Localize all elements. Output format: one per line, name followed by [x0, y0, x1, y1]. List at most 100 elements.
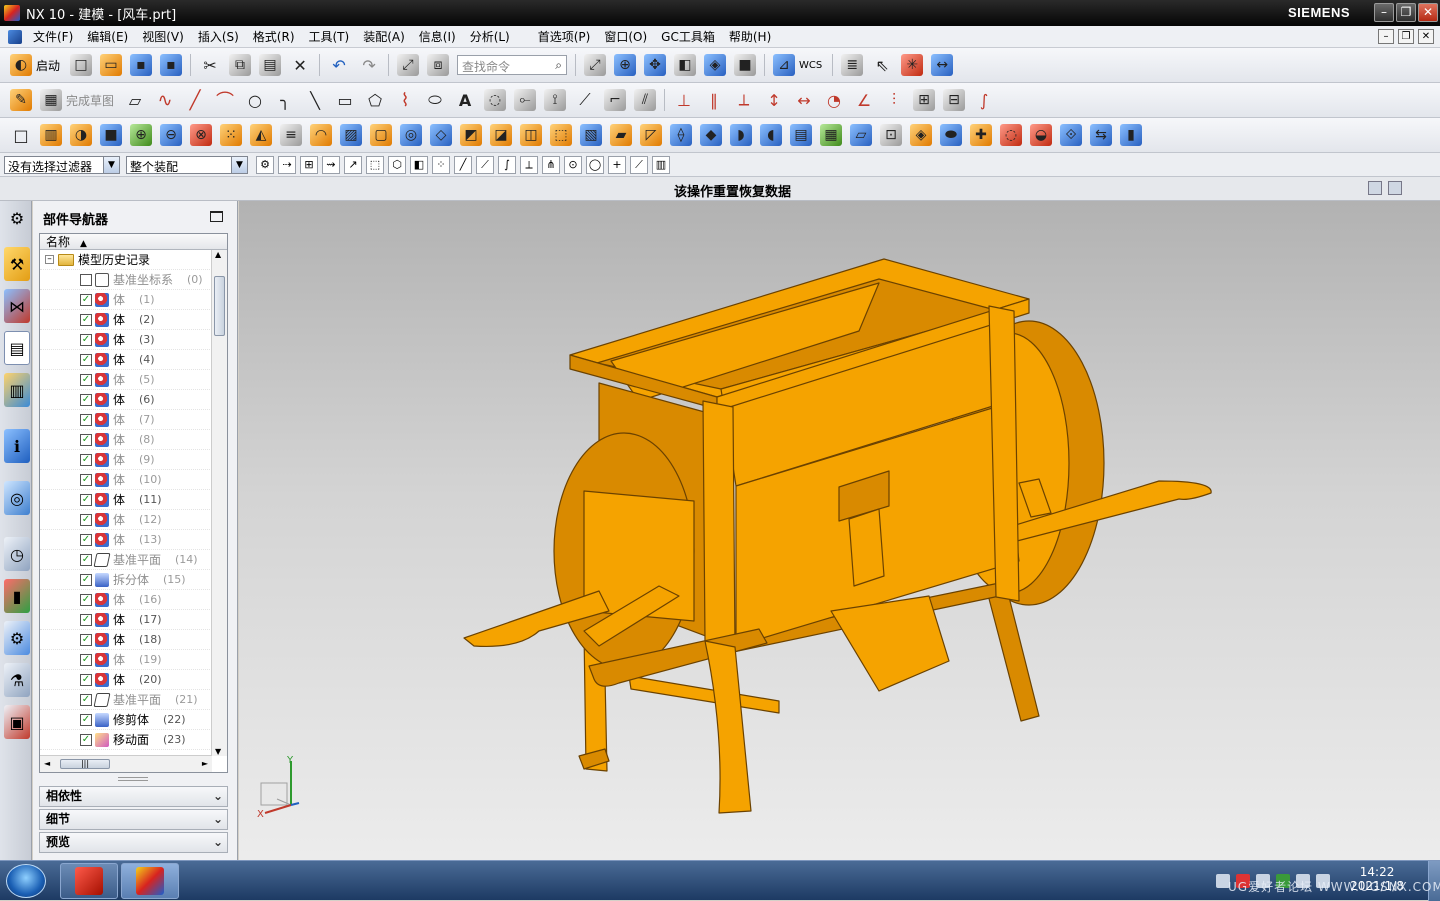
history-icon[interactable]: ◎ — [4, 481, 30, 515]
datum-csys-icon[interactable]: ⟠ — [670, 124, 692, 146]
feature-row[interactable]: ✓ 体 (1) — [40, 290, 210, 310]
snap-arc-center-icon[interactable]: ⊙ — [564, 155, 582, 174]
feature-row[interactable]: ✓ 体 (6) — [40, 390, 210, 410]
feature-row[interactable]: ✓ 体 (5) — [40, 370, 210, 390]
rendering-style-icon[interactable]: ◧ — [674, 54, 697, 76]
dependencies-panel[interactable]: 相依性 ⌄ — [39, 786, 228, 807]
studio-spline-icon[interactable]: ∿ — [154, 89, 176, 111]
save-as-icon[interactable]: ▪ — [160, 54, 183, 76]
feature-row[interactable]: ✓ 体 (3) — [40, 330, 210, 350]
feature-row[interactable]: ✓ 体 (11) — [40, 490, 210, 510]
rapid-dimension-icon[interactable]: ↕ — [763, 89, 785, 111]
minimize-button[interactable]: – — [1374, 3, 1394, 22]
finish-sketch-label[interactable]: 完成草图 — [66, 92, 114, 109]
save-icon[interactable]: ▪ — [130, 54, 153, 76]
menu-help[interactable]: 帮助(H) — [722, 26, 778, 48]
details-panel[interactable]: 细节 ⌄ — [39, 809, 228, 830]
shell-icon[interactable]: ▢ — [370, 124, 392, 146]
menu-gc-toolkit[interactable]: GC工具箱 — [654, 26, 722, 48]
datum-plane-icon[interactable]: ▰ — [610, 124, 632, 146]
curve-analysis-icon[interactable]: ∫ — [973, 89, 995, 111]
feature-row[interactable]: ✓ 体 (13) — [40, 530, 210, 550]
revolve-icon[interactable]: ◑ — [70, 124, 92, 146]
layer-settings-icon[interactable]: ≣ — [841, 54, 864, 76]
feature-row[interactable]: ✓ 移动面 (23) — [40, 730, 210, 750]
show-constraints-icon[interactable]: ⊟ — [943, 89, 966, 111]
sew-icon[interactable]: ⊡ — [880, 124, 902, 146]
selection-scope-dropdown[interactable]: 整个装配 ▼ — [126, 155, 248, 174]
body-select-icon[interactable]: ⬡ — [388, 155, 406, 174]
fit-icon[interactable]: ⤢ — [584, 54, 607, 76]
copy-icon[interactable]: ⧉ — [229, 54, 252, 76]
mirror-curve-icon[interactable]: ⟟ — [544, 89, 567, 111]
orient-view-icon[interactable]: ◈ — [704, 54, 727, 76]
doc-minimize-button[interactable]: – — [1378, 29, 1394, 44]
menu-file[interactable]: 文件(F) — [26, 26, 80, 48]
visibility-checkbox[interactable]: ✓ — [80, 293, 92, 306]
visibility-checkbox[interactable]: ✓ — [80, 553, 92, 566]
sketch-icon[interactable]: ✎ — [10, 89, 32, 111]
model-history-node[interactable]: – 模型历史记录 — [40, 250, 210, 270]
draft-icon[interactable]: ◇ — [430, 124, 452, 146]
system-materials-icon[interactable]: ▮ — [4, 579, 30, 613]
trim-body-icon[interactable]: ◩ — [460, 124, 482, 146]
part-navigator-icon[interactable]: ▤ — [4, 331, 30, 365]
pattern-feature-icon[interactable]: ⁙ — [220, 124, 242, 146]
chevron-down-icon[interactable]: ⌄ — [213, 787, 223, 806]
offset-face-icon[interactable]: ◫ — [520, 124, 542, 146]
text-icon[interactable]: A — [454, 89, 476, 111]
tube-icon[interactable]: ⬬ — [940, 124, 962, 146]
visibility-checkbox[interactable]: ✓ — [80, 573, 92, 586]
feature-row[interactable]: ✓ 体 (17) — [40, 610, 210, 630]
angular-dimension-icon[interactable]: ∠ — [853, 89, 875, 111]
visibility-checkbox[interactable] — [80, 273, 92, 286]
redo-icon[interactable]: ↷ — [358, 54, 380, 76]
pattern-curve-icon[interactable]: ⟜ — [514, 89, 537, 111]
block-icon[interactable]: ■ — [100, 124, 122, 146]
snap-line-icon[interactable]: ╱ — [454, 155, 472, 174]
pan-icon[interactable]: ✥ — [644, 54, 667, 76]
wcs-icon[interactable]: ⊿ — [773, 54, 796, 76]
snap-curve-icon[interactable]: ∫ — [498, 155, 516, 174]
auto-constrain-icon[interactable]: ⟂ — [733, 89, 755, 111]
visibility-checkbox[interactable]: ✓ — [80, 533, 92, 546]
emboss-icon[interactable]: ✚ — [970, 124, 992, 146]
extract-geometry-icon[interactable]: ◒ — [1030, 124, 1052, 146]
fit-view-icon[interactable]: ⤢ — [397, 54, 420, 76]
feature-row[interactable]: ✓ 体 (19) — [40, 650, 210, 670]
feature-row[interactable]: ✓ 体 (9) — [40, 450, 210, 470]
derived-line-icon[interactable]: ⫽ — [634, 89, 657, 111]
menu-insert[interactable]: 插入(S) — [191, 26, 246, 48]
feature-row[interactable]: ✓ 体 (4) — [40, 350, 210, 370]
resource-bar-settings-icon[interactable]: ⚙ — [4, 205, 30, 231]
visibility-checkbox[interactable]: ✓ — [80, 633, 92, 646]
hole-icon[interactable]: ◎ — [400, 124, 422, 146]
linear-dimension-icon[interactable]: ↔ — [793, 89, 815, 111]
ellipse-icon[interactable]: ⬭ — [424, 89, 446, 111]
line-icon[interactable]: ╱ — [184, 89, 206, 111]
full-screen-icon[interactable] — [1368, 181, 1382, 195]
face-blend-icon[interactable]: ◌ — [1000, 124, 1022, 146]
undo-icon[interactable]: ↶ — [328, 54, 350, 76]
bounded-plane-icon[interactable]: ▱ — [850, 124, 872, 146]
snap-existing-point-icon[interactable]: + — [608, 155, 626, 174]
radial-dimension-icon[interactable]: ◔ — [823, 89, 845, 111]
snap-point-on-curve-icon[interactable]: ⟋ — [630, 155, 648, 174]
process-studio-icon[interactable]: ⚙ — [4, 621, 30, 655]
make-corner-icon[interactable]: ⌐ — [604, 89, 627, 111]
scroll-left-icon[interactable]: ◄ — [44, 759, 50, 768]
chevron-down-icon[interactable]: ⌄ — [213, 810, 223, 829]
paste-icon[interactable]: ▤ — [259, 54, 282, 76]
intersect-icon[interactable]: ⊗ — [190, 124, 212, 146]
web-browser-icon[interactable]: ℹ — [4, 429, 30, 463]
visibility-checkbox[interactable]: ✓ — [80, 593, 92, 606]
feature-row[interactable]: ✓ 体 (10) — [40, 470, 210, 490]
taskbar-nx-button[interactable] — [121, 863, 179, 899]
extrude-icon[interactable]: ▥ — [40, 124, 62, 146]
feature-row[interactable]: ✓ 体 (20) — [40, 670, 210, 690]
menu-format[interactable]: 格式(R) — [246, 26, 302, 48]
feature-row[interactable]: ✓ 体 (8) — [40, 430, 210, 450]
point-icon[interactable]: ◆ — [700, 124, 722, 146]
scroll-thumb[interactable] — [214, 276, 225, 336]
panel-splitter[interactable] — [118, 777, 148, 781]
